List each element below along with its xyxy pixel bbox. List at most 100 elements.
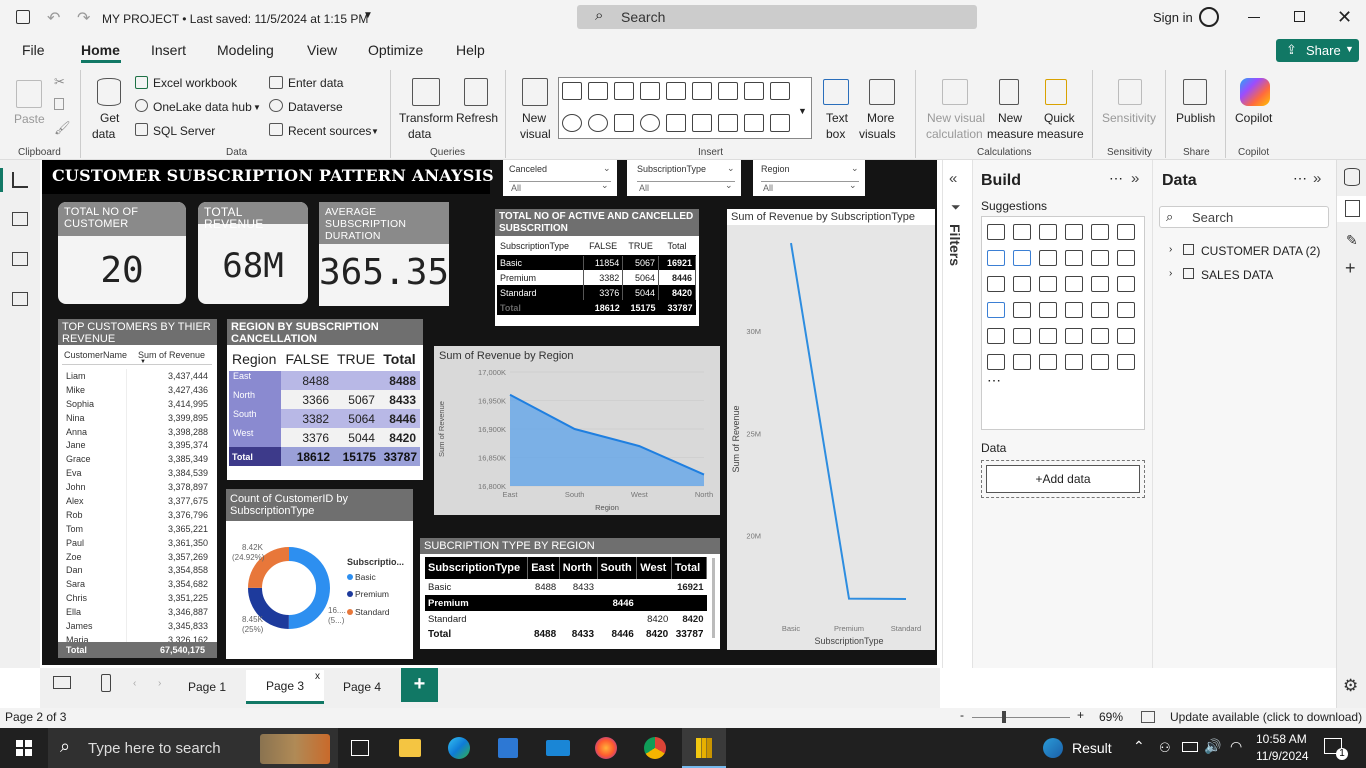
excel-workbook[interactable]: Excel workbook bbox=[153, 76, 237, 90]
format-pane-icon[interactable]: ✎ bbox=[1346, 232, 1358, 249]
clustered-bar-chart-icon[interactable] bbox=[666, 82, 686, 100]
quick-measure-icon[interactable] bbox=[1045, 79, 1067, 105]
scroll-left-icon[interactable]: ‹ bbox=[133, 678, 136, 689]
get-data-label-2[interactable]: data bbox=[92, 127, 115, 141]
visual-type-icon[interactable] bbox=[987, 276, 1005, 292]
table-item[interactable]: SALES DATA bbox=[1201, 268, 1273, 282]
visual-type-icon[interactable] bbox=[1091, 276, 1109, 292]
transform-data-label[interactable]: Transform bbox=[399, 111, 453, 125]
get-data-label[interactable]: Get bbox=[100, 111, 119, 125]
search-box[interactable]: ⌕ Search bbox=[577, 5, 977, 29]
card-average-duration[interactable]: AVERAGE SUBSCRIPTION DURATION 365.35 bbox=[319, 202, 449, 306]
onelake-data-hub[interactable]: OneLake data hub bbox=[153, 100, 252, 114]
visual-type-icon[interactable] bbox=[1013, 224, 1031, 240]
gauge-chart-icon[interactable] bbox=[666, 114, 686, 132]
line-chart-icon[interactable] bbox=[718, 82, 738, 100]
type-by-region-matrix[interactable]: SUBCRIPTION TYPE BY REGION SubscriptionT… bbox=[420, 538, 720, 649]
visual-type-icon[interactable] bbox=[1013, 250, 1031, 266]
table-row[interactable]: Premium 3382 5064 8446 bbox=[497, 270, 696, 285]
scroll-right-icon[interactable]: › bbox=[158, 678, 161, 689]
visual-type-icon[interactable] bbox=[1065, 250, 1083, 266]
treemap-chart-icon[interactable] bbox=[614, 114, 634, 132]
close-tab-icon[interactable]: x bbox=[315, 671, 320, 682]
zoom-out-icon[interactable]: - bbox=[960, 708, 964, 722]
visual-type-icon[interactable] bbox=[987, 224, 1005, 240]
file-explorer-icon[interactable] bbox=[399, 739, 421, 757]
fit-page-icon[interactable] bbox=[1141, 711, 1155, 723]
column-header[interactable]: South bbox=[597, 557, 638, 579]
desktop-layout-icon[interactable] bbox=[53, 676, 71, 689]
collapse-left-icon[interactable]: « bbox=[949, 170, 957, 187]
visual-type-icon[interactable] bbox=[1065, 302, 1083, 318]
quick-measure-label-2[interactable]: measure bbox=[1037, 127, 1084, 141]
visual-type-icon[interactable] bbox=[987, 328, 1005, 344]
table-row[interactable]: Standard 8420 8420 bbox=[425, 611, 707, 627]
visual-type-icon[interactable] bbox=[1039, 354, 1057, 370]
text-box-icon[interactable] bbox=[823, 79, 849, 105]
stacked-column-chart-icon[interactable] bbox=[640, 82, 660, 100]
visual-type-icon[interactable] bbox=[1039, 224, 1057, 240]
revenue-by-region-chart[interactable]: Sum of Revenue by Region 17,000K 16,950K 1… bbox=[434, 346, 720, 515]
visual-type-icon[interactable] bbox=[1065, 276, 1083, 292]
powerbi-taskbar-item[interactable] bbox=[682, 728, 726, 768]
expand-right-icon[interactable]: » bbox=[1313, 170, 1321, 187]
pie-chart-icon[interactable] bbox=[562, 114, 582, 132]
title-dropdown-icon[interactable]: ▼ bbox=[363, 10, 373, 21]
card-total-customers[interactable]: TOTAL NO OF CUSTOMER 20 bbox=[58, 202, 186, 304]
visual-type-icon[interactable] bbox=[1013, 302, 1031, 318]
visual-type-icon[interactable] bbox=[1091, 224, 1109, 240]
chevron-right-icon[interactable]: › bbox=[1169, 268, 1172, 279]
expand-right-icon[interactable]: » bbox=[1131, 170, 1139, 187]
column-header[interactable]: CustomerName bbox=[64, 350, 127, 360]
column-header[interactable]: TRUE bbox=[622, 238, 659, 256]
table-row[interactable]: Tom 3,365,221 bbox=[62, 521, 212, 536]
taskbar-search[interactable]: ⌕ Type here to search bbox=[48, 728, 338, 768]
table-chart-icon[interactable] bbox=[744, 114, 764, 132]
store-icon[interactable] bbox=[498, 738, 518, 758]
visual-type-icon[interactable] bbox=[1065, 328, 1083, 344]
column-header[interactable]: West bbox=[636, 557, 672, 579]
close-icon[interactable]: ✕ bbox=[1337, 7, 1352, 28]
add-page-button[interactable]: + bbox=[401, 668, 438, 702]
visual-type-icon[interactable] bbox=[987, 302, 1005, 318]
column-header[interactable]: FALSE bbox=[281, 347, 333, 371]
chrome-icon[interactable] bbox=[644, 737, 666, 759]
zoom-thumb[interactable] bbox=[1002, 711, 1006, 723]
donut-chart-icon[interactable] bbox=[588, 114, 608, 132]
column-header[interactable]: East bbox=[527, 557, 560, 579]
get-data-icon[interactable] bbox=[97, 78, 121, 106]
visual-type-icon[interactable] bbox=[1117, 276, 1135, 292]
table-row[interactable]: Sophia 3,414,995 bbox=[62, 396, 212, 411]
column-header[interactable]: Total bbox=[379, 347, 420, 371]
table-row[interactable]: Paul 3,361,350 bbox=[62, 535, 212, 550]
menu-view[interactable]: View bbox=[307, 42, 337, 58]
menu-file[interactable]: File bbox=[22, 42, 45, 58]
account-icon[interactable] bbox=[1199, 7, 1219, 27]
publish-icon[interactable] bbox=[1183, 79, 1207, 105]
mail-icon[interactable] bbox=[546, 740, 570, 756]
menu-insert[interactable]: Insert bbox=[151, 42, 186, 58]
chevron-down-icon[interactable]: ⌄ bbox=[849, 180, 857, 191]
table-row[interactable]: Eva 3,384,539 bbox=[62, 466, 212, 481]
visual-type-icon[interactable] bbox=[1091, 328, 1109, 344]
paste-label[interactable]: Paste bbox=[14, 112, 45, 126]
add-data-dropzone[interactable]: +Add data bbox=[981, 460, 1145, 498]
task-view-icon[interactable] bbox=[351, 740, 369, 756]
table-item[interactable]: CUSTOMER DATA (2) bbox=[1201, 244, 1320, 258]
menu-modeling[interactable]: Modeling bbox=[217, 42, 274, 58]
edge-icon[interactable] bbox=[448, 737, 470, 759]
column-header[interactable]: SubscriptionType bbox=[497, 238, 584, 256]
visual-type-icon[interactable] bbox=[1117, 250, 1135, 266]
table-row[interactable]: Anna 3,398,288 bbox=[62, 424, 212, 439]
chevron-down-icon[interactable]: ⌄ bbox=[601, 180, 609, 191]
new-measure-label[interactable]: New bbox=[998, 111, 1022, 125]
dax-query-view-icon[interactable] bbox=[12, 292, 28, 306]
chevron-down-icon[interactable]: ⌄ bbox=[727, 163, 735, 174]
menu-optimize[interactable]: Optimize bbox=[368, 42, 423, 58]
revenue-by-type-chart[interactable]: Sum of Revenue by SubscriptionType 30M 25… bbox=[727, 209, 935, 650]
clock-time[interactable]: 10:58 AM bbox=[1256, 732, 1307, 746]
zoom-slider[interactable] bbox=[972, 717, 1070, 718]
chevron-up-icon[interactable]: ⌃ bbox=[1133, 738, 1145, 755]
data-pane-icon[interactable] bbox=[1344, 168, 1360, 186]
table-row[interactable]: Sara 3,354,682 bbox=[62, 577, 212, 592]
